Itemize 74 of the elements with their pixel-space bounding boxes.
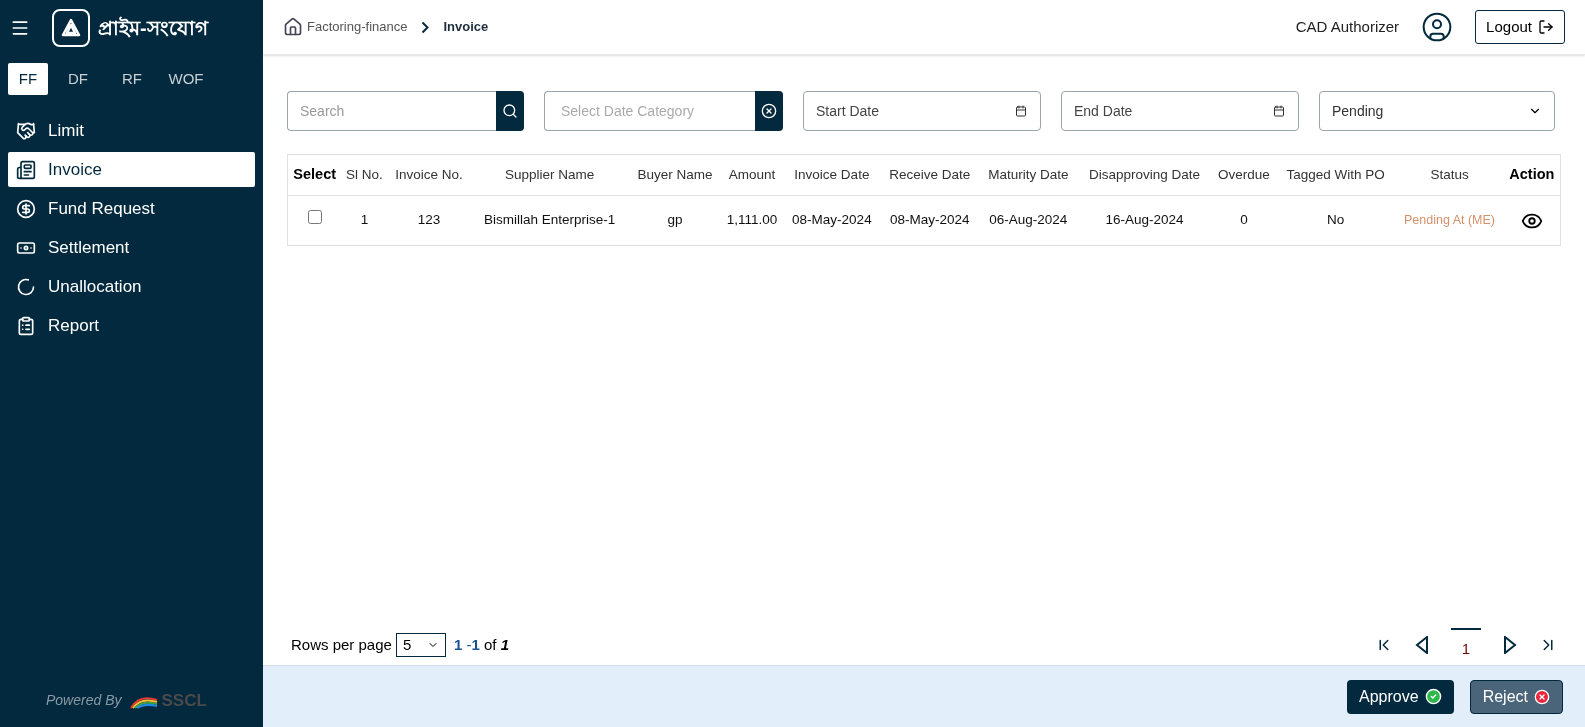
page-button[interactable]: 1 (1451, 628, 1481, 662)
fund-icon (16, 198, 36, 219)
check-icon (1424, 688, 1442, 705)
column-header: Sl No. (341, 154, 388, 196)
sidebar-item[interactable]: Fund Request (8, 191, 255, 226)
end-date-field[interactable]: End Date (1061, 91, 1299, 131)
column-header: Receive Date (880, 154, 980, 196)
column-header: Invoice Date (783, 154, 881, 196)
column-header: Action (1503, 154, 1561, 196)
home-icon[interactable] (283, 17, 303, 37)
calendar-icon[interactable] (1273, 105, 1285, 117)
chevron-icon (421, 20, 430, 34)
user-icon[interactable] (1421, 11, 1454, 43)
column-header: Maturity Date (979, 154, 1078, 196)
table-cell: 0 (1211, 195, 1276, 246)
document-icon (16, 159, 36, 180)
column-header: Supplier Name (470, 154, 630, 196)
reject-button[interactable]: Reject (1469, 679, 1563, 714)
table-cell: 06-Aug-2024 (979, 195, 1078, 246)
status-cell: Pending At (ME) (1395, 195, 1504, 246)
user-role: CAD Authorizer (1295, 16, 1400, 37)
column-header: Overdue (1211, 154, 1276, 196)
column-header: Status (1395, 154, 1504, 196)
rows-per-page-select[interactable]: 5 (395, 633, 446, 657)
product-tab[interactable]: RF (108, 63, 156, 95)
column-header: Select (287, 154, 342, 196)
table-cell: 123 (387, 195, 471, 246)
sidebar-item[interactable]: Report (8, 308, 255, 343)
search-icon (502, 103, 518, 119)
column-header: Invoice No. (387, 154, 471, 196)
table-cell: 1 (341, 195, 388, 246)
logout-button[interactable]: Logout (1475, 10, 1565, 44)
sidebar-item[interactable]: Unallocation (8, 269, 255, 304)
table-cell: No (1275, 195, 1396, 246)
sscl-logo: SSCL (129, 687, 207, 713)
table-cell: 16-Aug-2024 (1077, 195, 1212, 246)
clear-button[interactable] (755, 91, 783, 131)
search-button[interactable] (496, 91, 524, 131)
product-tab[interactable]: WOF (162, 63, 210, 95)
status-select[interactable]: Pending (1319, 91, 1555, 131)
powered-by-text: Powered By (46, 690, 122, 710)
table-cell: 08-May-2024 (880, 195, 980, 246)
column-header: Buyer Name (629, 154, 721, 196)
table-cell: gp (629, 195, 721, 246)
row-checkbox[interactable] (307, 210, 322, 225)
product-tab[interactable]: DF (54, 63, 102, 95)
calendar-icon[interactable] (1015, 105, 1027, 117)
table-cell: Bismillah Enterprise-1 (470, 195, 630, 246)
column-header: Amount (720, 154, 784, 196)
report-icon (16, 315, 36, 336)
column-header: Disapproving Date (1077, 154, 1212, 196)
table-cell: 1,111.00 (720, 195, 784, 246)
sidebar-item[interactable]: Limit (8, 113, 255, 148)
column-header: Tagged With PO (1275, 154, 1396, 196)
handshake-icon (16, 120, 36, 141)
page-range: 1 -1 of 1 (453, 634, 509, 655)
breadcrumb-item: Invoice (443, 18, 489, 37)
logo-icon (52, 8, 90, 47)
sidebar-item[interactable]: Invoice (8, 152, 255, 187)
breadcrumb-item[interactable]: Factoring-finance (307, 17, 408, 37)
close-icon (1534, 688, 1550, 705)
previous-page-icon[interactable] (1415, 636, 1429, 654)
search-field[interactable]: Search (287, 91, 496, 131)
brand-name: প্রাইম-সংযোগ (98, 15, 208, 41)
sidebar-item[interactable]: Settlement (8, 230, 255, 265)
product-tab[interactable]: FF (8, 63, 48, 95)
clear-icon (761, 103, 777, 119)
date-category-field[interactable]: Select Date Category (544, 91, 755, 131)
approve-button[interactable]: Approve (1347, 679, 1454, 714)
start-date-field[interactable]: Start Date (803, 91, 1041, 131)
rows-per-page-label: Rows per page (291, 634, 392, 655)
logout-icon (1538, 19, 1554, 35)
table-cell: 08-May-2024 (783, 195, 881, 246)
next-page-icon[interactable] (1503, 636, 1517, 654)
